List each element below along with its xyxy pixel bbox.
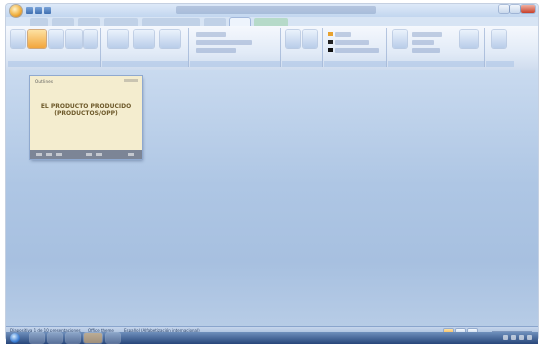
taskbar-app[interactable]: [106, 333, 120, 343]
taskbar-app[interactable]: [66, 333, 80, 343]
zoom-button[interactable]: [286, 30, 300, 48]
slide-thumbnail[interactable]: Outlines EL PRODUCTO PRODUCIDO (PRODUCTO…: [30, 76, 142, 159]
group-label: [282, 61, 322, 67]
ribbon-group-masters: [102, 28, 189, 67]
color-option[interactable]: [335, 32, 351, 37]
maximize-button[interactable]: [510, 5, 520, 13]
tray-icon[interactable]: [519, 335, 524, 340]
taskbar-app-powerpoint[interactable]: [84, 333, 102, 343]
tab-design[interactable]: [78, 18, 100, 26]
ribbon-group-window: [388, 28, 485, 67]
normal-view-button[interactable]: [11, 30, 25, 48]
minimize-button[interactable]: [499, 5, 509, 13]
window-title: [176, 6, 376, 14]
slide-master-button[interactable]: [84, 30, 97, 48]
tab-view[interactable]: [230, 18, 250, 26]
slide-show-button[interactable]: [66, 30, 82, 48]
pure-black-white-swatch[interactable]: [328, 48, 333, 52]
tray-icon[interactable]: [511, 335, 516, 340]
notes-page-button[interactable]: [49, 30, 63, 48]
group-label: [102, 61, 188, 67]
fit-to-window-button[interactable]: [303, 30, 317, 48]
redo-icon[interactable]: [44, 7, 51, 14]
slide-sorter-workspace: Outlines EL PRODUCTO PRODUCIDO (PRODUCTO…: [6, 70, 538, 326]
gridlines-checkbox[interactable]: [196, 40, 252, 45]
taskbar-app[interactable]: [30, 333, 44, 343]
system-tray: [503, 335, 532, 340]
windows-start-icon[interactable]: [10, 333, 20, 343]
tray-icon[interactable]: [527, 335, 532, 340]
close-button[interactable]: [521, 5, 535, 13]
taskbar: [6, 332, 538, 344]
ribbon-group-presentation-views: [8, 28, 101, 67]
group-label: [324, 61, 386, 67]
tab-review[interactable]: [204, 18, 226, 26]
notes-master-button[interactable]: [134, 30, 154, 48]
ribbon-group-macros: [486, 28, 514, 67]
tab-insert[interactable]: [52, 18, 74, 26]
thumbnail-close[interactable]: [124, 79, 138, 82]
powerpoint-window: Outlines EL PRODUCTO PRODUCIDO (PRODUCTO…: [6, 4, 538, 340]
tab-contextual[interactable]: [254, 18, 288, 26]
pure-black-white-option[interactable]: [335, 48, 379, 53]
title-bar: [6, 4, 538, 17]
grayscale-swatch[interactable]: [328, 40, 333, 44]
ribbon-group-show-hide: [190, 28, 281, 67]
arrange-all-button[interactable]: [412, 32, 442, 37]
tab-slide-show[interactable]: [142, 18, 200, 26]
tab-animations[interactable]: [104, 18, 138, 26]
group-label: [388, 61, 484, 67]
grayscale-option[interactable]: [335, 40, 369, 45]
new-window-button[interactable]: [393, 30, 407, 48]
thumbnail-label: Outlines: [35, 79, 54, 84]
group-label: [190, 61, 280, 67]
ruler-checkbox[interactable]: [196, 32, 226, 37]
ribbon: [6, 26, 538, 71]
cascade-button[interactable]: [412, 40, 434, 45]
save-icon[interactable]: [26, 7, 33, 14]
color-swatch[interactable]: [328, 32, 333, 36]
thumbnail-footer: [30, 150, 142, 159]
slide-heading: EL PRODUCTO PRODUCIDO (PRODUCTOS/OPP): [40, 103, 132, 117]
switch-windows-button[interactable]: [460, 30, 478, 48]
move-split-button[interactable]: [412, 48, 440, 53]
slide-sorter-button[interactable]: [28, 30, 46, 48]
window-controls: [499, 5, 535, 13]
undo-icon[interactable]: [35, 7, 42, 14]
quick-access-toolbar: [26, 7, 51, 14]
tray-icon[interactable]: [503, 335, 508, 340]
ribbon-group-color-grayscale: [324, 28, 387, 67]
tab-home[interactable]: [30, 18, 48, 26]
slide-master-view-button[interactable]: [160, 30, 180, 48]
group-label: [486, 61, 514, 67]
handout-master-button[interactable]: [108, 30, 128, 48]
macros-button[interactable]: [492, 30, 506, 48]
taskbar-app[interactable]: [48, 333, 62, 343]
message-bar-checkbox[interactable]: [196, 48, 236, 53]
ribbon-group-zoom: [282, 28, 323, 67]
group-label: [8, 61, 100, 67]
office-orb-icon[interactable]: [10, 5, 22, 17]
